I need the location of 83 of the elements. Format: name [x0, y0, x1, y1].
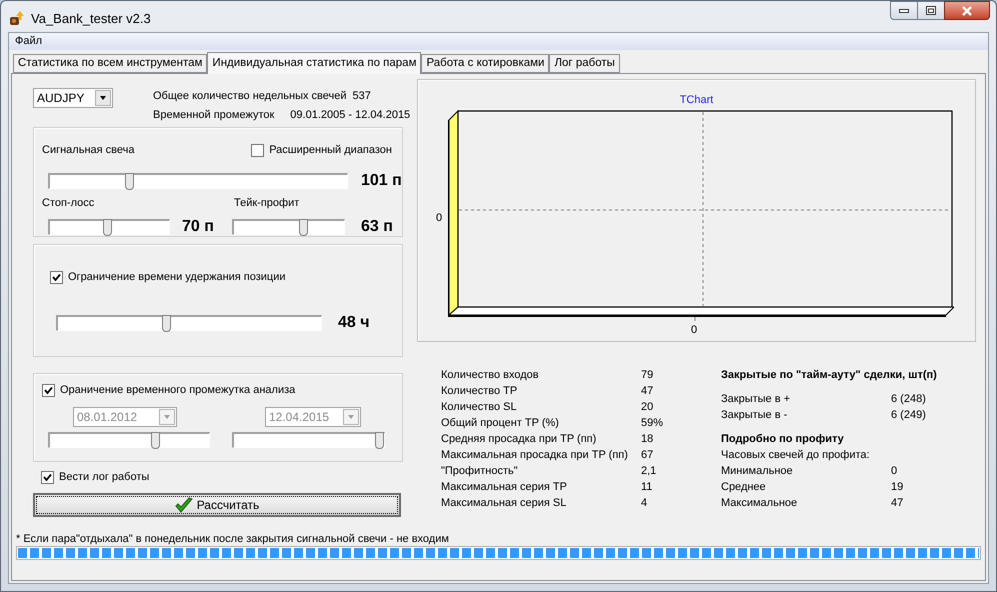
axis-tick-label: 0: [436, 211, 442, 226]
maximize-icon: [926, 6, 936, 15]
stat-value: 20: [641, 400, 654, 415]
pair-dropdown[interactable]: AUDJPY: [33, 88, 113, 108]
minimize-icon: [899, 8, 909, 12]
checkbox-label: Ораничение временного промежутка анализа: [60, 383, 296, 398]
stat-label: Максимальная серия SL: [441, 496, 568, 511]
stat-value: 6 (248): [891, 392, 926, 407]
info-label: Временной промежуток: [153, 108, 274, 122]
stat-label: Закрытые в -: [721, 408, 788, 423]
stat-label: Часовых свечей до профита:: [721, 448, 871, 463]
stat-label: "Профитность": [441, 464, 519, 479]
check-icon: [44, 386, 53, 395]
section-heading: Закрытые по "тайм-ауту" сделки, шт(п): [721, 368, 937, 383]
check-icon: [43, 472, 52, 482]
stat-value: 18: [641, 432, 654, 447]
slider-track[interactable]: [48, 432, 210, 448]
section-heading: Подробно по профиту: [721, 432, 845, 447]
slider-value: 70 п: [182, 218, 214, 235]
info-value: 09.01.2005 - 12.04.2015: [290, 108, 410, 122]
slider-value: 63 п: [361, 218, 393, 235]
slider-track[interactable]: [48, 219, 170, 235]
slider-thumb[interactable]: [298, 219, 308, 236]
slider-track[interactable]: [232, 219, 345, 235]
checkbox-label: Вести лог работы: [59, 470, 150, 485]
stat-label: Количество SL: [441, 400, 518, 415]
stat-label: Закрытые в +: [721, 392, 792, 407]
app-icon: [9, 10, 25, 26]
stat-value: 6 (249): [891, 408, 926, 423]
slider-track[interactable]: [232, 432, 385, 448]
menu-item[interactable]: Файл: [15, 33, 42, 50]
stat-label: Количество входов: [441, 368, 540, 383]
stat-value: 4: [641, 496, 648, 511]
checkmark-icon: [174, 497, 193, 513]
slider-track[interactable]: [48, 172, 348, 188]
stat-label: Среднее: [721, 480, 767, 495]
stat-label: Количество TP: [441, 384, 518, 399]
stat-value: 59%: [641, 416, 664, 431]
stat-value: 47: [641, 384, 654, 399]
slider-thumb[interactable]: [102, 219, 112, 236]
window-title: Va_Bank_tester v2.3: [31, 10, 151, 28]
close-icon: [961, 6, 973, 16]
check-icon: [52, 272, 61, 282]
stat-value: 0: [891, 464, 898, 479]
info-label: Общее количество недельных свечей: [153, 89, 347, 104]
minimize-button[interactable]: [890, 1, 918, 20]
tab[interactable]: Статистика по всем инструментам: [13, 54, 208, 73]
stat-label: Средняя просадка при TP (пп): [441, 432, 598, 447]
stat-value: 47: [891, 496, 904, 511]
checkbox-label: Ограничение времени удержания позиции: [68, 270, 286, 285]
stat-value: 2,1: [641, 464, 656, 479]
stat-label: Максимальная просадка при TP (пп): [441, 448, 629, 463]
calculate-button[interactable]: Рассчитать: [33, 493, 401, 517]
checkbox[interactable]: [41, 470, 54, 484]
checkbox-label: Расширенный диапазон: [269, 143, 392, 158]
footnote: * Если пара"отдыхала" в понедельник после закрытия сигнальной свечи - не входим: [16, 532, 450, 545]
stat-label: Общий процент TP (%): [441, 416, 560, 431]
tab[interactable]: Работа с котировками: [421, 54, 550, 73]
slider-thumb[interactable]: [162, 314, 172, 332]
stat-label: Максимальное: [721, 496, 798, 511]
field-label: Сигнальная свеча: [42, 143, 134, 158]
axis-tick-label: 0: [691, 323, 698, 338]
tab[interactable]: Лог работы: [549, 54, 620, 73]
slider-track[interactable]: [56, 314, 322, 330]
slider-value: 101 п: [361, 170, 402, 190]
slider-thumb[interactable]: [124, 172, 134, 190]
checkbox[interactable]: [42, 384, 55, 397]
checkbox[interactable]: [251, 144, 264, 157]
field-label: Тейк-профит: [234, 196, 300, 210]
stat-value: 67: [641, 448, 654, 463]
stat-value: 11: [641, 480, 652, 495]
chart-title: TChart: [678, 93, 714, 108]
slider-value: 48 ч: [338, 312, 370, 332]
checkbox[interactable]: [50, 270, 63, 284]
tab[interactable]: Индивидуальная статистика по парам: [207, 52, 422, 74]
maximize-button[interactable]: [918, 1, 944, 20]
stat-value: 19: [891, 480, 904, 495]
field-label: Стоп-лосс: [42, 196, 96, 210]
stat-value: 79: [641, 368, 654, 383]
stat-label: Минимальное: [721, 464, 794, 479]
stat-label: Максимальная серия TP: [441, 480, 568, 495]
close-button[interactable]: [944, 1, 990, 20]
info-value: 537: [352, 89, 371, 104]
